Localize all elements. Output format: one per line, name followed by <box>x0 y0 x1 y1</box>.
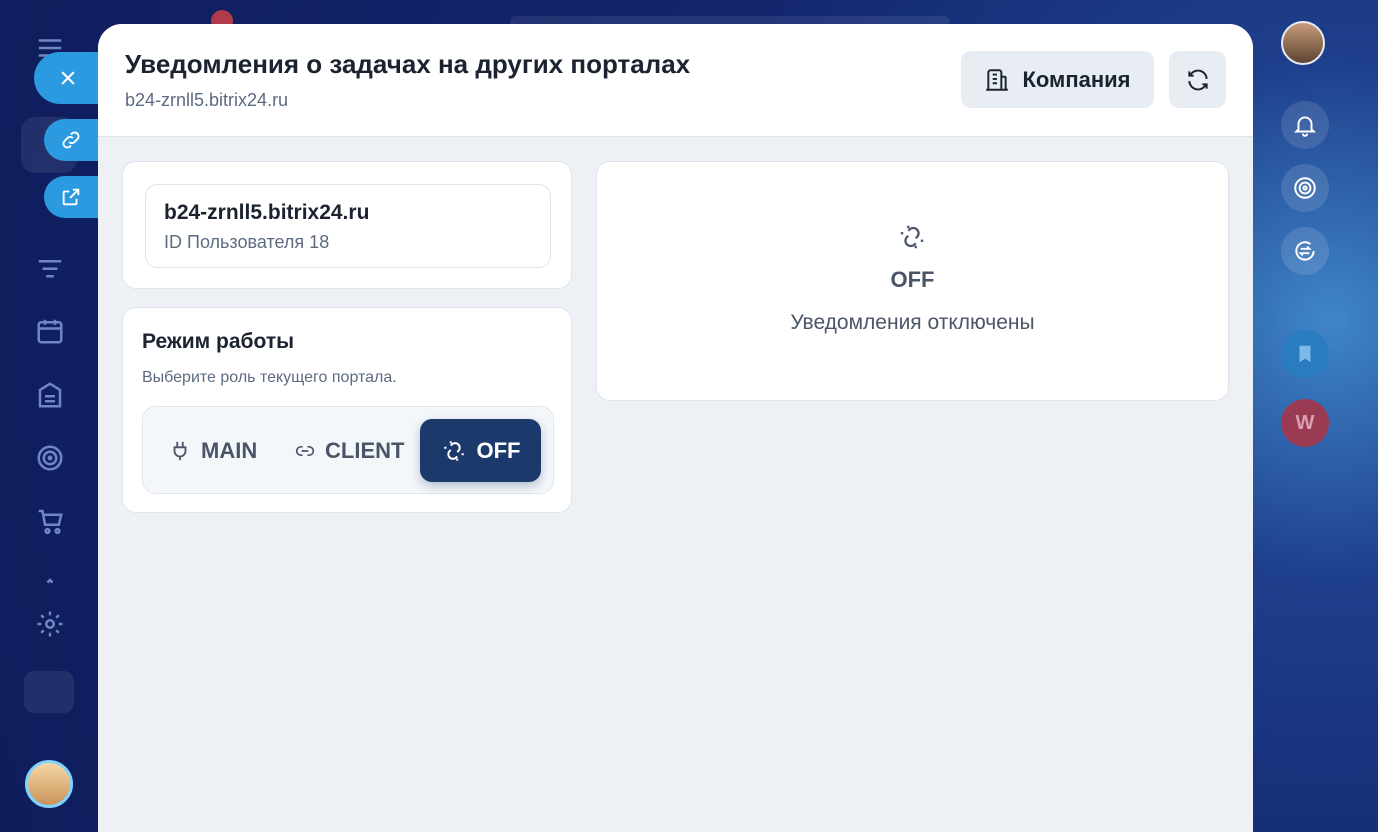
copy-link-button[interactable] <box>44 119 100 161</box>
close-icon <box>61 71 75 85</box>
rocket-icon[interactable] <box>24 671 74 713</box>
link-icon <box>62 131 80 149</box>
unlink-icon <box>443 440 464 461</box>
mode-description: Выберите роль текущего портала. <box>142 369 397 386</box>
page-title: Уведомления о задачах на других порталах <box>125 49 691 79</box>
external-link-icon <box>62 188 80 206</box>
mode-title: Режим работы <box>142 330 295 353</box>
building-icon <box>986 68 1009 91</box>
portal-card: b24-zrnll5.bitrix24.ru ID Пользователя 1… <box>122 161 572 289</box>
refresh-button[interactable] <box>1169 51 1226 108</box>
workspace-letter: W <box>1295 411 1315 434</box>
close-button[interactable] <box>34 52 100 104</box>
collapse-chevron-icon[interactable] <box>30 560 70 600</box>
copilot-icon <box>1294 177 1316 199</box>
assistant-avatar[interactable] <box>25 760 73 808</box>
bell-icon <box>1293 116 1317 137</box>
mode-option-off[interactable]: OFF <box>420 419 541 482</box>
copilot-button[interactable] <box>1281 164 1329 212</box>
target-icon[interactable] <box>30 438 70 478</box>
bell-button[interactable] <box>1281 101 1329 149</box>
store-icon[interactable] <box>30 375 70 415</box>
funnel-icon[interactable] <box>30 250 70 290</box>
company-button-label: Компания <box>1022 66 1131 92</box>
link-icon <box>295 445 315 456</box>
mode-card: Режим работы Выберите роль текущего порт… <box>122 307 572 513</box>
notifications-panel: Уведомления о задачах на других порталах… <box>98 24 1253 832</box>
portal-user-id: ID Пользователя 18 <box>164 232 330 252</box>
bookmark-button[interactable] <box>1281 330 1329 378</box>
gear-icon[interactable] <box>30 604 70 644</box>
company-button[interactable]: Компания <box>961 51 1154 108</box>
unlink-icon <box>900 225 924 249</box>
calendar-icon[interactable] <box>30 311 70 351</box>
portal-name: b24-zrnll5.bitrix24.ru <box>164 201 370 224</box>
portal-info: b24-zrnll5.bitrix24.ru ID Пользователя 1… <box>145 184 551 268</box>
mode-option-main[interactable]: MAIN <box>169 419 257 482</box>
open-new-window-button[interactable] <box>44 176 100 218</box>
refresh-icon <box>1187 69 1208 90</box>
mode-option-client[interactable]: CLIENT <box>295 419 404 482</box>
page-subtitle: b24-zrnll5.bitrix24.ru <box>125 90 289 110</box>
user-avatar[interactable] <box>1281 21 1325 65</box>
mode-segmented-control: MAIN CLIENT OFF <box>142 406 554 494</box>
status-label: OFF <box>890 267 935 292</box>
status-card: OFF Уведомления отключены <box>596 161 1229 401</box>
chat-swap-icon <box>1295 241 1315 261</box>
panel-header: Уведомления о задачах на других порталах… <box>98 24 1253 137</box>
mode-option-off-label: OFF <box>476 437 521 463</box>
workspace-avatar[interactable]: W <box>1281 399 1329 447</box>
mode-option-main-label: MAIN <box>201 437 258 463</box>
mode-option-client-label: CLIENT <box>325 437 405 463</box>
cart-icon[interactable] <box>30 501 70 541</box>
chat-button[interactable] <box>1281 227 1329 275</box>
status-text: Уведомления отключены <box>790 311 1035 334</box>
plug-icon <box>173 441 187 460</box>
bookmark-icon <box>1299 345 1311 363</box>
